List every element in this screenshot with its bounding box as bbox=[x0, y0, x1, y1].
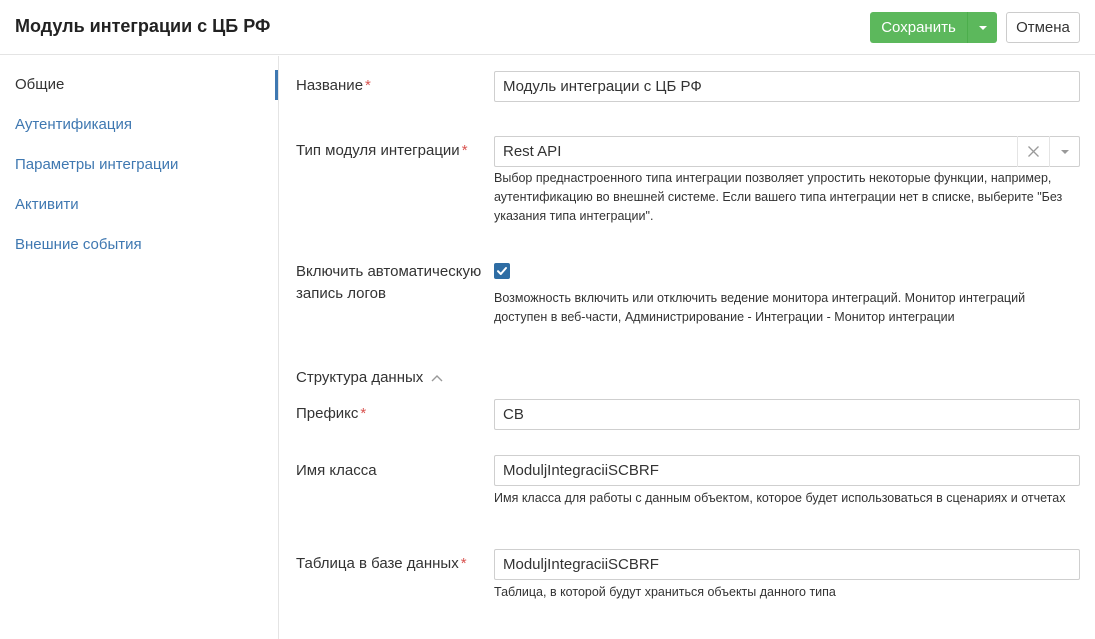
module-type-select[interactable]: Rest API bbox=[494, 136, 1080, 167]
required-marker: * bbox=[460, 555, 467, 572]
prefix-input-value: CB bbox=[503, 406, 524, 423]
module-type-select-value: Rest API bbox=[503, 143, 562, 160]
name-input[interactable]: Модуль интеграции с ЦБ РФ bbox=[494, 71, 1080, 102]
required-marker: * bbox=[461, 142, 468, 159]
module-type-dropdown-toggle[interactable] bbox=[1049, 136, 1080, 167]
chevron-down-icon bbox=[1061, 149, 1069, 154]
prefix-label: Префикс * bbox=[296, 403, 366, 425]
prefix-input[interactable]: CB bbox=[494, 399, 1080, 430]
chevron-up-icon bbox=[431, 374, 443, 381]
data-structure-section-toggle[interactable]: Структура данных bbox=[296, 369, 443, 386]
auto-logging-label: Включить автоматическую запись логов bbox=[296, 263, 482, 302]
sidebar-item-external-events[interactable]: Внешние события bbox=[15, 236, 142, 253]
prefix-label-text: Префикс bbox=[296, 405, 359, 422]
active-section-indicator bbox=[275, 70, 278, 100]
check-icon bbox=[497, 267, 507, 275]
db-table-label-text: Таблица в базе данных bbox=[296, 555, 459, 572]
sidebar-item-integration-parameters[interactable]: Параметры интеграции bbox=[15, 156, 178, 173]
close-icon bbox=[1028, 146, 1039, 157]
db-table-label: Таблица в базе данных * bbox=[296, 553, 467, 575]
chevron-down-icon bbox=[978, 25, 987, 30]
sidebar bbox=[0, 56, 279, 639]
class-name-hint: Имя класса для работы с данным объектом,… bbox=[494, 491, 1066, 505]
required-marker: * bbox=[360, 405, 367, 422]
clear-selection-button[interactable] bbox=[1017, 136, 1049, 167]
name-label: Название * bbox=[296, 75, 371, 97]
db-table-input[interactable]: ModuljIntegraciiSCBRF bbox=[494, 549, 1080, 580]
auto-logging-checkbox[interactable] bbox=[494, 263, 510, 279]
db-table-hint: Таблица, в которой будут храниться объек… bbox=[494, 585, 836, 599]
page-header: Модуль интеграции с ЦБ РФ Сохранить Отме… bbox=[0, 0, 1095, 55]
section-title: Структура данных bbox=[296, 369, 424, 386]
module-type-hint: Выбор преднастроенного типа интеграции п… bbox=[494, 171, 1063, 223]
name-input-value: Модуль интеграции с ЦБ РФ bbox=[503, 78, 702, 95]
required-marker: * bbox=[365, 77, 371, 94]
page-title: Модуль интеграции с ЦБ РФ bbox=[15, 16, 271, 36]
module-type-label: Тип модуля интеграции * bbox=[296, 140, 468, 162]
sidebar-item-activities[interactable]: Активити bbox=[15, 196, 79, 213]
auto-logging-hint: Возможность включить или отключить веден… bbox=[494, 291, 1026, 324]
cancel-button[interactable]: Отмена bbox=[1006, 12, 1080, 43]
class-name-label: Имя класса bbox=[296, 462, 377, 479]
save-options-dropdown-button[interactable] bbox=[967, 12, 997, 43]
sidebar-item-general[interactable]: Общие bbox=[15, 76, 64, 93]
save-button[interactable]: Сохранить bbox=[870, 12, 967, 43]
sidebar-item-authentication[interactable]: Аутентификация bbox=[15, 116, 132, 133]
class-name-input[interactable]: ModuljIntegraciiSCBRF bbox=[494, 455, 1080, 486]
module-type-label-text: Тип модуля интеграции bbox=[296, 142, 460, 159]
class-name-input-value: ModuljIntegraciiSCBRF bbox=[503, 462, 659, 479]
db-table-input-value: ModuljIntegraciiSCBRF bbox=[503, 556, 659, 573]
name-label-text: Название bbox=[296, 77, 364, 94]
